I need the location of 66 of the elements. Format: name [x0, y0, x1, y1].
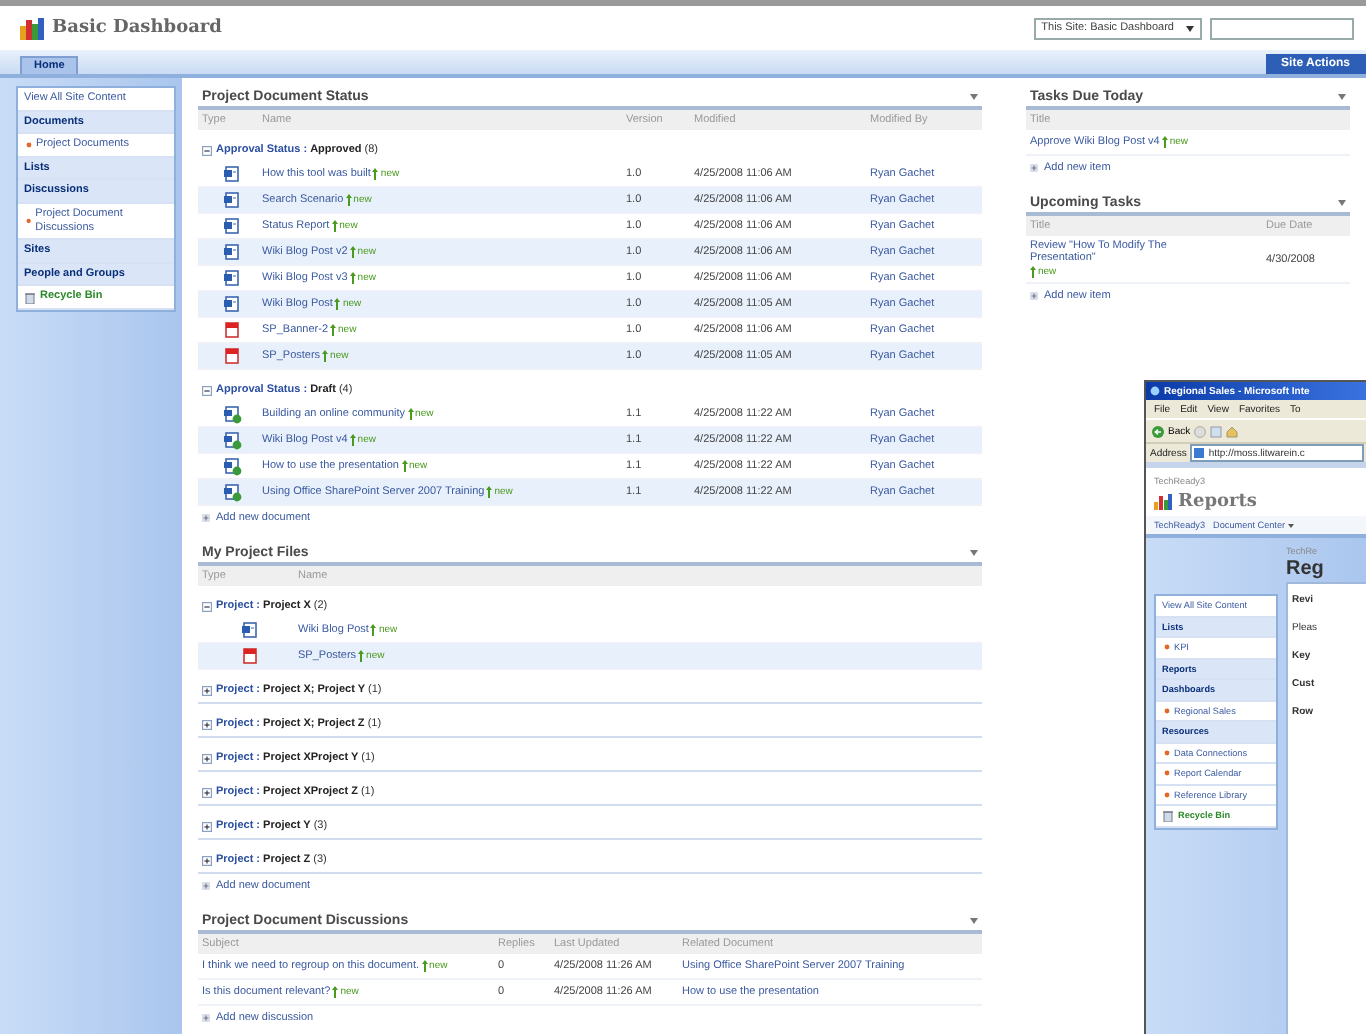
- site-title: Basic Dashboard: [52, 18, 222, 38]
- collapse-icon[interactable]: [202, 385, 212, 395]
- search-field[interactable]: [1210, 17, 1354, 39]
- new-icon: [401, 460, 407, 472]
- bar-chart-logo-icon: [1154, 494, 1172, 510]
- browser-window[interactable]: [1144, 380, 1366, 1034]
- new-icon: [332, 986, 339, 998]
- expand-icon[interactable]: [202, 719, 212, 729]
- new-icon: [345, 194, 352, 206]
- recycle-bin-icon: [24, 291, 36, 304]
- new-icon: [1161, 136, 1168, 148]
- bullet-icon: [1164, 707, 1170, 714]
- bullet-icon: [1164, 749, 1170, 756]
- dropdown-arrow-icon[interactable]: [1338, 94, 1346, 100]
- caret-icon: [1186, 25, 1194, 31]
- bullet-icon: [26, 141, 32, 148]
- new-icon: [358, 650, 365, 662]
- expand-icon[interactable]: [202, 821, 212, 831]
- pdf-icon: [242, 648, 258, 664]
- recycle-bin-icon: [1162, 810, 1174, 822]
- add-icon: [1030, 164, 1038, 172]
- back-arrow-icon: [1152, 425, 1164, 437]
- new-icon: [331, 220, 338, 232]
- collapse-icon[interactable]: [202, 601, 212, 611]
- bullet-icon: [1164, 770, 1170, 777]
- document-check-icon: [223, 483, 241, 501]
- add-icon: [202, 882, 210, 890]
- new-icon: [330, 324, 337, 336]
- dropdown-arrow-icon[interactable]: [970, 94, 978, 100]
- page-title: Reg: [1286, 558, 1326, 580]
- page-icon: [1194, 448, 1205, 458]
- dropdown-arrow-icon[interactable]: [970, 918, 978, 924]
- bullet-icon: [26, 218, 32, 225]
- expand-icon[interactable]: [202, 685, 212, 695]
- new-icon: [372, 168, 379, 180]
- new-icon: [322, 350, 329, 362]
- new-icon: [407, 408, 414, 420]
- logo-icon: [20, 17, 44, 39]
- expand-icon[interactable]: [202, 753, 212, 763]
- dropdown-arrow-icon[interactable]: [1338, 200, 1346, 206]
- pdf-icon: [224, 348, 240, 364]
- new-icon: [1030, 266, 1036, 278]
- new-icon: [370, 624, 377, 636]
- bullet-icon: [1164, 644, 1170, 651]
- home-icon[interactable]: [1226, 425, 1239, 437]
- bullet-icon: [1164, 791, 1170, 798]
- add-icon: [202, 1014, 210, 1022]
- document-icon: [224, 244, 240, 260]
- new-icon: [349, 246, 356, 258]
- caret-icon: [1287, 523, 1294, 527]
- dropdown-arrow-icon[interactable]: [970, 550, 978, 556]
- document-icon: [224, 296, 240, 312]
- add-icon: [202, 514, 210, 522]
- site-title: Reports: [1178, 492, 1257, 512]
- expand-icon[interactable]: [202, 787, 212, 797]
- new-icon: [421, 960, 428, 972]
- new-icon: [486, 486, 493, 498]
- new-icon: [334, 298, 341, 310]
- new-icon: [349, 272, 356, 284]
- browser-icon: [1150, 386, 1160, 396]
- add-icon: [1030, 292, 1038, 300]
- collapse-icon[interactable]: [202, 145, 212, 155]
- document-icon: [224, 192, 240, 208]
- document-check-icon: [223, 431, 241, 449]
- new-icon: [349, 434, 356, 446]
- expand-icon[interactable]: [202, 855, 212, 865]
